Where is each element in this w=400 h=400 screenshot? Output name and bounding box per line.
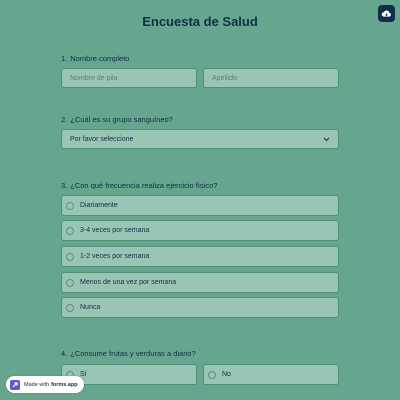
select-value: Por favor seleccione — [70, 135, 134, 143]
page-title: Encuesta de Salud — [142, 14, 258, 29]
question-number: 3. — [61, 181, 68, 190]
last-name-field[interactable]: Apellido — [203, 68, 339, 88]
option-1-2-veces[interactable]: 1-2 veces por semana — [61, 246, 339, 267]
forms-app-logo-icon — [10, 379, 20, 390]
option-label: Sí — [80, 371, 87, 378]
question-4-label: 4. ¿Consume frutas y verduras a diario? — [61, 349, 196, 358]
badge-brand: forms.app — [51, 381, 78, 388]
question-number: 1. — [61, 54, 68, 63]
option-label: 1-2 veces por semana — [80, 253, 150, 260]
radio-icon — [66, 303, 74, 312]
question-2-label: 2. ¿Cuál es su grupo sanguíneo? — [61, 115, 173, 124]
question-text: ¿Cuál es su grupo sanguíneo? — [70, 115, 173, 124]
radio-icon — [66, 252, 74, 261]
option-label: Nunca — [80, 304, 101, 311]
radio-icon — [66, 278, 74, 287]
first-name-placeholder: Nombre de pila — [70, 74, 118, 82]
question-text: ¿Con qué frecuencia realiza ejercicio fí… — [70, 181, 218, 190]
option-nunca[interactable]: Nunca — [61, 297, 339, 318]
question-text: ¿Consume frutas y verduras a diario? — [70, 349, 196, 358]
question-text: Nombre completo — [70, 54, 130, 63]
radio-icon — [66, 226, 74, 235]
question-number: 2. — [61, 115, 68, 124]
option-3-4-veces[interactable]: 3-4 veces por semana — [61, 220, 339, 241]
made-with-badge[interactable]: Made with forms.app — [6, 376, 84, 393]
option-menos-de-una-vez[interactable]: Menos de una vez por semana — [61, 272, 339, 293]
option-label: No — [222, 371, 231, 378]
option-label: Menos de una vez por semana — [80, 279, 177, 286]
question-1-label: 1. Nombre completo — [61, 54, 129, 63]
option-no[interactable]: No — [203, 364, 339, 385]
radio-icon — [208, 370, 216, 379]
radio-icon — [66, 201, 74, 210]
option-diariamente[interactable]: Diariamente — [61, 195, 339, 216]
first-name-field[interactable]: Nombre de pila — [61, 68, 197, 88]
blood-type-select[interactable]: Por favor seleccione — [61, 129, 339, 149]
question-number: 4. — [61, 349, 68, 358]
badge-prefix: Made with — [24, 381, 50, 388]
last-name-placeholder: Apellido — [212, 74, 237, 82]
question-3-label: 3. ¿Con qué frecuencia realiza ejercicio … — [61, 181, 217, 190]
option-label: Diariamente — [80, 202, 118, 209]
option-label: 3-4 veces por semana — [80, 227, 150, 234]
chevron-down-icon — [323, 137, 330, 141]
